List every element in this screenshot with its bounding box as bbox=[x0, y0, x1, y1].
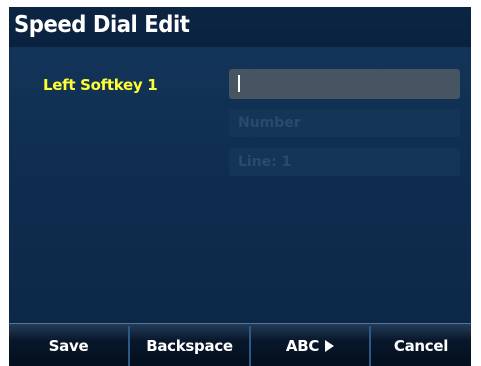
text-cursor bbox=[238, 75, 240, 92]
abc-softkey[interactable]: ABC bbox=[251, 324, 369, 366]
number-input[interactable]: Number bbox=[229, 109, 460, 137]
phone-screen: Speed Dial Edit Left Softkey 1 Number Li… bbox=[9, 7, 471, 366]
label-input[interactable] bbox=[229, 69, 460, 99]
cancel-softkey[interactable]: Cancel bbox=[371, 324, 471, 366]
line-value: Line: 1 bbox=[238, 154, 292, 170]
line-select[interactable]: Line: 1 bbox=[229, 148, 460, 176]
abc-label: ABC bbox=[285, 336, 320, 355]
softkey-label: Left Softkey 1 bbox=[43, 76, 158, 94]
cancel-label: Cancel bbox=[393, 336, 449, 355]
page-title: Speed Dial Edit bbox=[14, 12, 190, 38]
softkey-bar: Save Backspace ABC Cancel bbox=[9, 323, 471, 366]
backspace-label: Backspace bbox=[146, 336, 233, 355]
number-placeholder: Number bbox=[238, 115, 301, 131]
title-bar: Speed Dial Edit bbox=[9, 7, 471, 47]
save-label: Save bbox=[48, 336, 89, 355]
save-softkey[interactable]: Save bbox=[9, 324, 128, 366]
backspace-softkey[interactable]: Backspace bbox=[130, 324, 249, 366]
right-arrow-icon bbox=[325, 339, 335, 352]
